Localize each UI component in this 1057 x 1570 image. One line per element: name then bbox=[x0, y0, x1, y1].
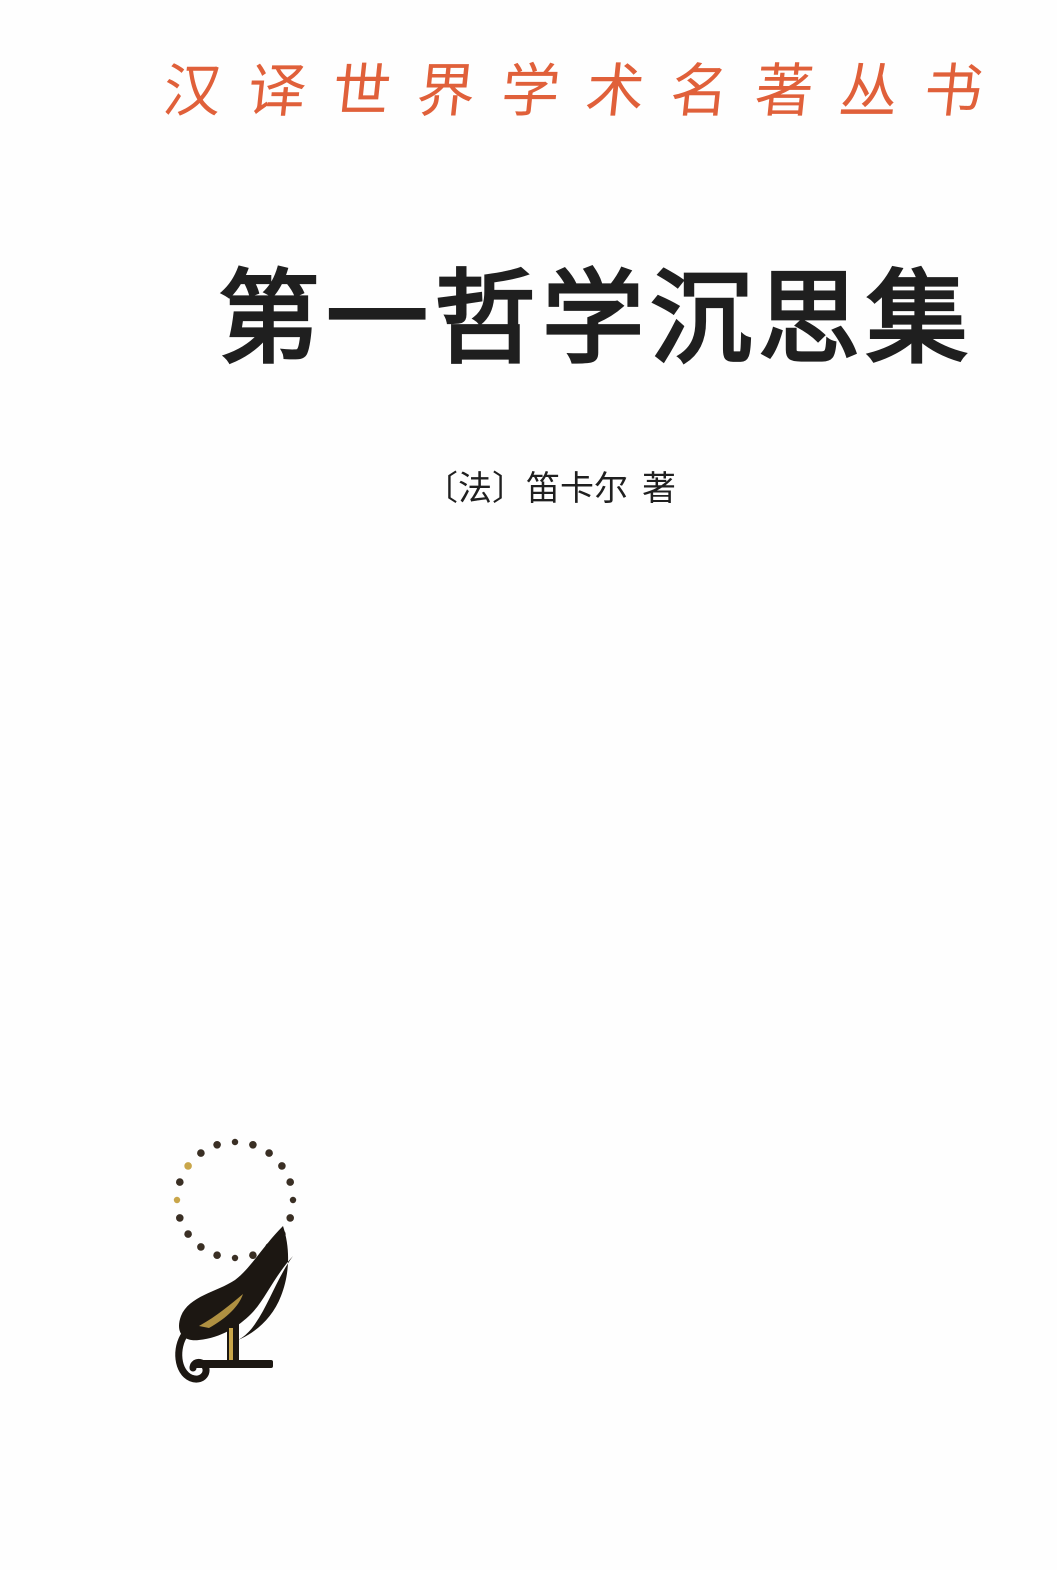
logo-dot bbox=[286, 1178, 294, 1186]
series-char: 译 bbox=[244, 57, 310, 125]
series-char: 世 bbox=[329, 57, 395, 125]
logo-dot bbox=[173, 1196, 181, 1204]
logo-dot bbox=[176, 1214, 184, 1222]
author-line: 〔法〕笛卡尔著 bbox=[424, 472, 676, 506]
series-char: 书 bbox=[920, 57, 986, 125]
author-name: 笛卡尔 bbox=[526, 469, 628, 509]
series-title: 汉 译 世 界 学 术 名 著 丛 书 bbox=[155, 57, 991, 125]
logo-dot bbox=[231, 1138, 239, 1146]
series-char: 丛 bbox=[836, 57, 902, 125]
logo-dot bbox=[265, 1149, 273, 1157]
logo-dot bbox=[184, 1162, 192, 1170]
logo-dot bbox=[231, 1254, 239, 1262]
logo-dot bbox=[176, 1178, 184, 1186]
logo-dot bbox=[197, 1149, 205, 1157]
logo-dot bbox=[278, 1162, 286, 1170]
series-char: 名 bbox=[667, 57, 733, 125]
logo-dot bbox=[289, 1196, 297, 1204]
series-char: 学 bbox=[498, 57, 564, 125]
series-char: 界 bbox=[413, 57, 479, 125]
logo-dot bbox=[249, 1251, 257, 1259]
logo-dot bbox=[184, 1230, 192, 1238]
logo-dot bbox=[286, 1214, 294, 1222]
logo-dot bbox=[213, 1251, 221, 1259]
torch-base bbox=[193, 1360, 273, 1368]
series-char: 汉 bbox=[159, 57, 226, 125]
logo-dot bbox=[197, 1243, 205, 1251]
author-role: 著 bbox=[642, 469, 676, 509]
book-cover: 汉 译 世 界 学 术 名 著 丛 书 第一哲学沉思集 〔法〕笛卡尔著 bbox=[0, 0, 1057, 1570]
book-title: 第一哲学沉思集 bbox=[218, 259, 974, 379]
logo-dot bbox=[249, 1141, 257, 1149]
torch-stem-accent bbox=[229, 1328, 233, 1360]
series-char: 术 bbox=[582, 57, 648, 125]
author-nationality: 〔法〕 bbox=[424, 469, 526, 509]
torch-curl bbox=[175, 1330, 210, 1383]
series-char: 著 bbox=[751, 57, 817, 125]
commercial-press-torch-logo-icon bbox=[173, 1138, 297, 1383]
logo-dot bbox=[213, 1141, 221, 1149]
